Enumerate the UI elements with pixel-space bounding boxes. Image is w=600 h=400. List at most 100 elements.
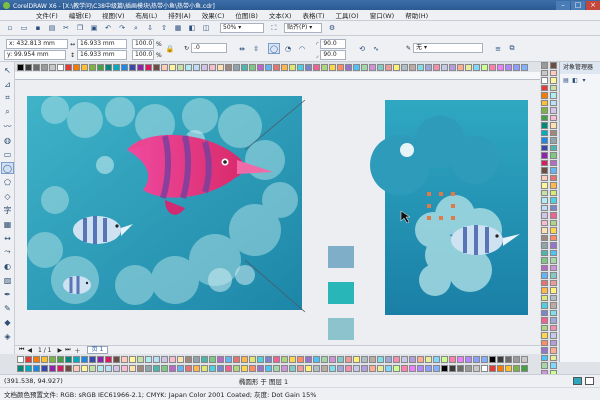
palette-swatch[interactable] [249,365,256,372]
palette-swatch[interactable] [185,365,192,372]
palette-swatch[interactable] [541,152,548,159]
color-swatch-3[interactable] [328,318,354,340]
palette-swatch[interactable] [541,302,548,309]
palette-swatch[interactable] [153,365,160,372]
palette-swatch[interactable] [521,365,528,372]
palette-swatch[interactable] [550,129,557,136]
palette-swatch[interactable] [161,356,168,363]
scale-width-field[interactable]: 100.0 [132,39,154,49]
palette-swatch[interactable] [541,197,548,204]
palette-swatch[interactable] [369,356,376,363]
palette-swatch[interactable] [97,64,104,71]
palette-swatch[interactable] [497,365,504,372]
palette-swatch[interactable] [17,64,24,71]
palette-swatch[interactable] [550,257,557,264]
export-icon[interactable]: ⇧ [158,23,170,34]
palette-swatch[interactable] [209,356,216,363]
search-icon[interactable]: ⌕ [130,23,142,34]
palette-swatch[interactable] [449,64,456,71]
palette-swatch[interactable] [541,137,548,144]
palette-swatch[interactable] [550,332,557,339]
menu-file[interactable]: 文件(F) [36,10,58,20]
full-screen-icon[interactable]: ⛶ [268,23,280,34]
paste-icon[interactable]: ▣ [88,23,100,34]
palette-swatch[interactable] [281,64,288,71]
palette-swatch[interactable] [550,272,557,279]
palette-swatch[interactable] [550,309,557,316]
palette-swatch[interactable] [550,167,557,174]
palette-swatch[interactable] [385,356,392,363]
palette-swatch[interactable] [401,64,408,71]
palette-swatch[interactable] [449,356,456,363]
palette-swatch[interactable] [281,365,288,372]
palette-swatch[interactable] [209,64,216,71]
palette-swatch[interactable] [550,114,557,121]
palette-swatch[interactable] [550,362,557,369]
palette-swatch[interactable] [257,356,264,363]
palette-swatch[interactable] [541,122,548,129]
palette-swatch[interactable] [541,62,548,69]
palette-swatch[interactable] [105,365,112,372]
palette-swatch[interactable] [541,242,548,249]
palette-swatch[interactable] [541,279,548,286]
color-swatch-2[interactable] [328,282,354,304]
palette-swatch[interactable] [521,64,528,71]
palette-swatch[interactable] [550,227,557,234]
palette-swatch[interactable] [249,356,256,363]
rotation-angle-field[interactable]: .0 [191,43,228,53]
palette-swatch[interactable] [105,64,112,71]
palette-swatch[interactable] [401,356,408,363]
palette-swatch[interactable] [541,294,548,301]
lock-ratio-icon[interactable]: 🔒 [164,43,176,54]
palette-swatch[interactable] [73,356,80,363]
palette-swatch[interactable] [161,365,168,372]
palette-swatch[interactable] [550,294,557,301]
palette-swatch[interactable] [153,64,160,71]
eyedropper-tool-icon[interactable]: ✒ [1,288,14,300]
palette-swatch[interactable] [257,64,264,71]
palette-swatch[interactable] [129,64,136,71]
palette-swatch[interactable] [169,64,176,71]
palette-swatch[interactable] [465,356,472,363]
palette-swatch[interactable] [541,144,548,151]
palette-swatch[interactable] [33,365,40,372]
palette-swatch[interactable] [541,189,548,196]
crop-tool-icon[interactable]: ⌗ [1,92,14,104]
prev-page-icon[interactable]: ◀ [27,347,32,354]
import-icon[interactable]: ⇩ [144,23,156,34]
palette-swatch[interactable] [377,365,384,372]
new-icon[interactable]: ▫ [4,23,16,34]
palette-swatch[interactable] [345,356,352,363]
palette-swatch[interactable] [489,356,496,363]
palette-swatch[interactable] [49,356,56,363]
palette-swatch[interactable] [73,64,80,71]
palette-swatch[interactable] [225,64,232,71]
palette-swatch[interactable] [129,365,136,372]
palette-swatch[interactable] [81,365,88,372]
palette-swatch[interactable] [41,356,48,363]
palette-swatch[interactable] [97,356,104,363]
palette-swatch[interactable] [33,64,40,71]
fill-tool-icon[interactable]: ◆ [1,316,14,328]
interactive-fill-icon[interactable]: ◈ [1,330,14,342]
palette-swatch[interactable] [550,242,557,249]
docker-view-icon[interactable]: ▤ [562,76,570,84]
connector-tool-icon[interactable]: ⤳ [1,246,14,258]
palette-swatch[interactable] [289,64,296,71]
palette-swatch[interactable] [145,365,152,372]
palette-swatch[interactable] [541,287,548,294]
palette-swatch[interactable] [273,64,280,71]
palette-swatch[interactable] [541,354,548,361]
palette-swatch[interactable] [57,356,64,363]
palette-swatch[interactable] [541,99,548,106]
palette-swatch[interactable] [153,356,160,363]
palette-swatch[interactable] [550,287,557,294]
palette-swatch[interactable] [541,309,548,316]
height-field[interactable]: 16.933 mm [77,50,128,60]
palette-swatch[interactable] [541,129,548,136]
palette-swatch[interactable] [345,64,352,71]
palette-swatch[interactable] [105,356,112,363]
palette-swatch[interactable] [550,137,557,144]
palette-swatch[interactable] [217,64,224,71]
blend-tool-icon[interactable]: ◐ [1,260,14,272]
